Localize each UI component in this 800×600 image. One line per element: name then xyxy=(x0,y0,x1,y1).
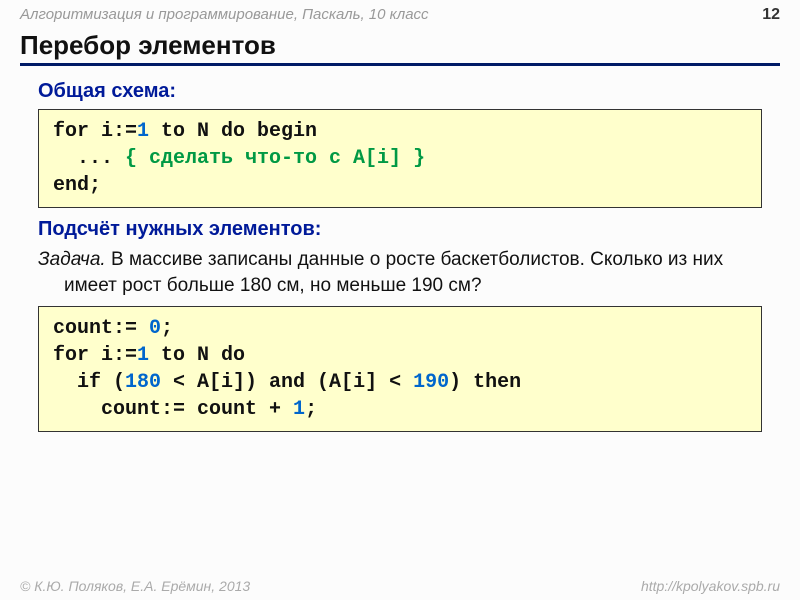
code-text: if ( xyxy=(53,371,125,394)
code-block-count: count:= 0; for i:=1 to N do if (180 < A[… xyxy=(38,306,762,432)
code-block-general-scheme: for i:=1 to N do begin ... { сделать что… xyxy=(38,109,762,208)
code-text: count:= count + xyxy=(53,398,293,421)
slide-title: Перебор элементов xyxy=(20,30,780,66)
code-text: to N do xyxy=(149,344,245,367)
task-description: Задача. В массиве записаны данные о рост… xyxy=(38,247,762,298)
code-number: 1 xyxy=(137,120,149,143)
footer-url: http://kpolyakov.spb.ru xyxy=(641,578,780,594)
code-number: 180 xyxy=(125,371,161,394)
code-text: ... xyxy=(53,147,125,170)
code-text: end; xyxy=(53,174,101,197)
task-body: В массиве записаны данные о росте баскет… xyxy=(64,249,723,296)
course-title: Алгоритмизация и программирование, Паска… xyxy=(20,6,429,23)
code-text: for i:= xyxy=(53,344,137,367)
slide-header: Алгоритмизация и программирование, Паска… xyxy=(0,0,800,26)
section2-heading: Подсчёт нужных элементов: xyxy=(38,218,762,241)
page-number: 12 xyxy=(762,6,780,24)
code-text: count:= xyxy=(53,317,149,340)
code-text: ; xyxy=(161,317,173,340)
code-text: for i:= xyxy=(53,120,137,143)
slide-footer: © К.Ю. Поляков, Е.А. Ерёмин, 2013 http:/… xyxy=(20,578,780,594)
code-number: 1 xyxy=(137,344,149,367)
slide-content: Общая схема: for i:=1 to N do begin ... … xyxy=(0,66,800,432)
section1-heading: Общая схема: xyxy=(38,80,762,103)
code-text: < A[i]) and (A[i] < xyxy=(161,371,413,394)
task-label: Задача. xyxy=(38,249,106,270)
code-number: 190 xyxy=(413,371,449,394)
code-text: ; xyxy=(305,398,317,421)
code-text: ) then xyxy=(449,371,521,394)
code-number: 1 xyxy=(293,398,305,421)
footer-copyright: © К.Ю. Поляков, Е.А. Ерёмин, 2013 xyxy=(20,578,250,594)
code-comment: { сделать что-то с A[i] } xyxy=(125,147,425,170)
code-text: to N do begin xyxy=(149,120,317,143)
code-number: 0 xyxy=(149,317,161,340)
